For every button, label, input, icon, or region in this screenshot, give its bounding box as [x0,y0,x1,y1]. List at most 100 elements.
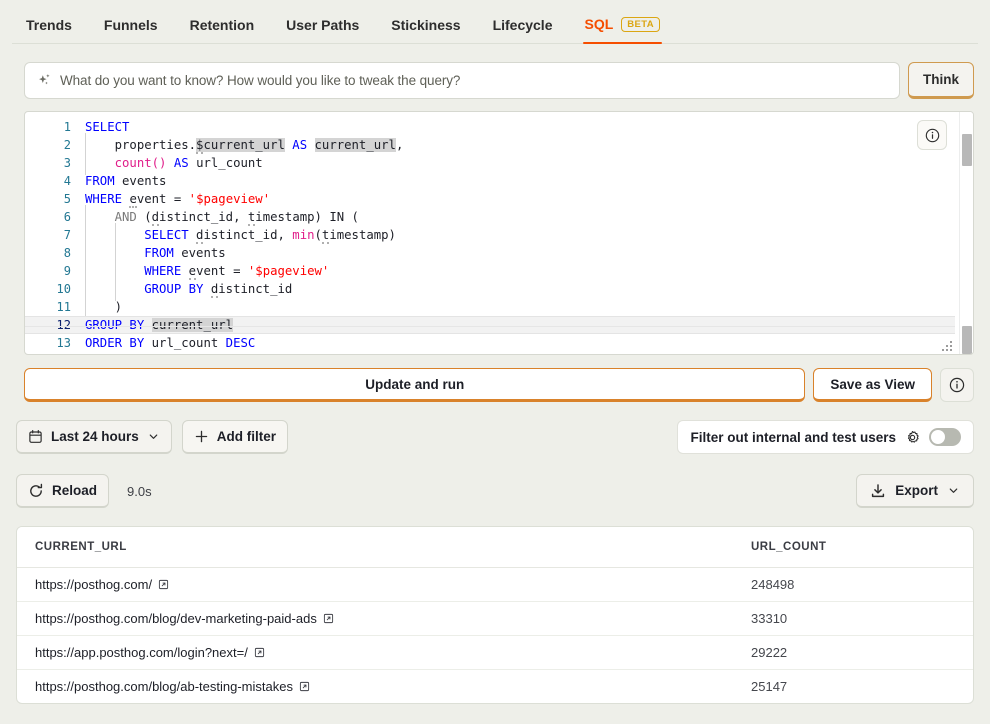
tab-label: Lifecycle [492,17,553,33]
table-row[interactable]: https://posthog.com/ 248498 [17,567,973,602]
tab-label: Stickiness [391,17,461,33]
editor-info-button[interactable] [917,120,947,150]
info-circle-icon [925,128,940,143]
save-as-view-button[interactable]: Save as View [813,368,932,402]
export-button[interactable]: Export [856,474,974,508]
code-line: 11 ) [25,295,955,319]
query-info-button[interactable] [940,368,974,402]
line-number: 13 [56,336,71,350]
tab-label: Funnels [103,17,158,33]
column-header-url-count[interactable]: URL_COUNT [733,527,973,568]
scrollbar-thumb[interactable] [962,134,972,166]
cell-url-text: https://app.posthog.com/login?next=/ [35,645,248,660]
sql-insight-page: Trends Funnels Retention User Paths Stic… [0,0,990,724]
cell-url-text: https://posthog.com/blog/dev-marketing-p… [35,611,317,626]
tab-sql[interactable]: SQL BETA [569,16,677,45]
date-range-selector[interactable]: Last 24 hours [16,420,172,454]
beta-badge: BETA [621,16,661,32]
editor-action-row: Update and run Save as View [24,368,974,402]
line-number: 5 [63,192,71,206]
add-filter-button[interactable]: Add filter [181,420,289,454]
filter-row: Last 24 hours Add filter Filter out inte… [16,420,974,454]
line-number: 2 [63,138,71,152]
add-filter-label: Add filter [216,429,277,444]
code-line-active: 12 GROUP BY current_url [25,316,955,334]
tab-lifecycle[interactable]: Lifecycle [477,18,569,44]
editor-scrollbar[interactable] [959,112,973,354]
code-lines[interactable]: 1 SELECT 2 properties.$current_url AS cu… [25,112,955,354]
results-table: CURRENT_URL URL_COUNT https://posthog.co… [16,526,974,704]
scrollbar-thumb-secondary[interactable] [962,326,972,354]
chevron-down-icon [147,430,160,443]
calendar-icon [28,429,43,444]
ai-prompt-placeholder: What do you want to know? How would you … [60,73,461,88]
refresh-icon [28,483,44,499]
cell-url-text: https://posthog.com/ [35,577,153,592]
line-number: 10 [56,282,71,296]
query-elapsed-time: 9.0s [127,483,152,499]
cell-current-url: https://app.posthog.com/login?next=/ [17,635,733,670]
update-and-run-button[interactable]: Update and run [24,368,806,402]
line-number: 8 [63,246,71,260]
line-number: 12 [56,318,71,332]
line-number: 6 [63,210,71,224]
line-number: 3 [63,156,71,170]
cell-url-count: 29222 [733,635,973,670]
tab-label: Trends [26,17,72,33]
cell-url-count: 25147 [751,679,788,694]
ai-prompt-input[interactable]: What do you want to know? How would you … [24,62,900,99]
line-number: 11 [56,300,71,314]
line-number: 4 [63,174,71,188]
code-line: 6 AND (distinct_id, timestamp) IN ( [25,205,955,229]
cell-url-count: 248498 [733,567,973,602]
code-line: 7 SELECT distinct_id, min(timestamp) [25,223,955,247]
date-range-label: Last 24 hours [51,429,139,444]
editor-resize-handle[interactable] [941,340,953,352]
code-line: 4 FROM events [25,172,955,190]
tab-label: Retention [189,17,255,33]
info-circle-icon [949,377,965,393]
chevron-down-icon [947,484,960,497]
column-header-current-url[interactable]: CURRENT_URL [17,527,733,568]
tab-stickiness[interactable]: Stickiness [375,18,476,44]
think-button[interactable]: Think [908,62,974,99]
code-line: 13 ORDER BY url_count DESC [25,334,955,352]
code-line: 3 count() AS url_count [25,151,955,175]
internal-users-filter[interactable]: Filter out internal and test users [677,420,974,454]
line-number: 1 [63,120,71,134]
cell-current-url: https://posthog.com/blog/ab-testing-mist… [17,670,733,704]
cell-url-count: 33310 [733,601,973,636]
sparkles-icon [37,73,52,88]
code-line: 9 WHERE event = '$pageview' [25,259,955,283]
ai-prompt-row: What do you want to know? How would you … [24,62,974,99]
download-icon [870,483,886,499]
sql-code-editor[interactable]: 1 SELECT 2 properties.$current_url AS cu… [24,111,974,355]
export-label: Export [895,483,938,498]
table-row[interactable]: https://posthog.com/blog/ab-testing-mist… [17,670,973,704]
code-line: 10 GROUP BY distinct_id [25,277,955,301]
tab-trends[interactable]: Trends [10,18,88,44]
gear-icon[interactable] [905,430,920,445]
table-row[interactable]: https://app.posthog.com/login?next=/ 292… [17,635,973,670]
internal-users-toggle[interactable] [929,428,961,446]
cell-current-url: https://posthog.com/blog/dev-marketing-p… [17,601,733,636]
insight-type-tabs: Trends Funnels Retention User Paths Stic… [0,0,990,44]
external-link-icon[interactable] [299,681,310,692]
external-link-icon[interactable] [158,579,169,590]
tab-funnels[interactable]: Funnels [88,18,174,44]
internal-users-filter-label: Filter out internal and test users [690,429,896,445]
reload-button[interactable]: Reload [16,474,110,508]
external-link-icon[interactable] [323,613,334,624]
tab-retention[interactable]: Retention [174,18,271,44]
plus-icon [194,429,209,444]
table-header-row: CURRENT_URL URL_COUNT [17,527,973,568]
line-number: 9 [63,264,71,278]
tab-label: SQL [584,16,614,33]
table-row[interactable]: https://posthog.com/blog/dev-marketing-p… [17,601,973,636]
tab-user-paths[interactable]: User Paths [270,18,375,44]
cell-current-url: https://posthog.com/ [17,567,733,602]
external-link-icon[interactable] [254,647,265,658]
toggle-knob [931,430,945,444]
editor-divider [25,326,955,327]
results-toolbar: Reload 9.0s Export [16,474,974,508]
